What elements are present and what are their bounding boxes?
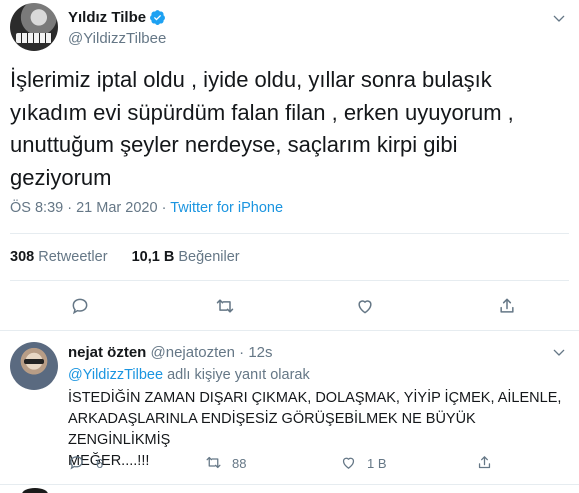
author-handle[interactable]: @YildizzTilbee: [68, 30, 166, 47]
share-icon[interactable]: [497, 296, 517, 316]
likes-stat[interactable]: 10,1 B Beğeniler: [132, 249, 240, 265]
tweet-source-link[interactable]: Twitter for iPhone: [170, 200, 283, 216]
author-name[interactable]: Yıldız Tilbe: [68, 9, 146, 26]
tweet-stats: 308 Retweetler 10,1 B Beğeniler: [10, 249, 240, 265]
avatar-glasses: [24, 359, 44, 364]
like-icon[interactable]: [355, 296, 375, 316]
retweet-label: Retweetler: [38, 249, 108, 265]
chevron-down-icon[interactable]: [551, 345, 567, 361]
reply-retweet-count: 88: [232, 456, 247, 471]
meta-separator: ·: [161, 200, 167, 216]
author-avatar[interactable]: [10, 3, 58, 51]
divider: [10, 233, 569, 234]
tweet-meta: ÖS 8:39 · 21 Mar 2020 · Twitter for iPho…: [10, 200, 283, 216]
retweet-count: 308: [10, 249, 35, 265]
reply-author-avatar[interactable]: [10, 342, 58, 390]
retweet-icon[interactable]: [215, 296, 235, 316]
share-icon[interactable]: [476, 454, 493, 471]
reply-dot: ·: [239, 344, 245, 361]
chevron-down-icon[interactable]: [551, 11, 567, 27]
like-label: Beğeniler: [178, 249, 240, 265]
tweet-date[interactable]: 21 Mar 2020: [76, 200, 157, 216]
reply-author-handle[interactable]: @nejatozten: [151, 344, 235, 361]
replying-suffix: adlı kişiye yanıt olarak: [163, 367, 310, 383]
divider: [0, 484, 579, 485]
retweets-stat[interactable]: 308 Retweetler: [10, 249, 108, 265]
like-count: 10,1 B: [131, 249, 175, 265]
tweet-text: İşlerimiz iptal oldu , iyide oldu, yılla…: [10, 67, 514, 190]
like-icon[interactable]: [340, 454, 357, 471]
avatar-piano-keys: [16, 33, 52, 43]
divider: [10, 280, 569, 281]
reply-icon[interactable]: [70, 296, 90, 316]
reply-icon[interactable]: [68, 454, 85, 471]
replying-mention-link[interactable]: @YildizzTilbee: [68, 367, 163, 383]
reply-reply-count: 6: [96, 456, 104, 471]
reply-action-bar: 6 88 1 B: [0, 454, 579, 472]
retweet-icon[interactable]: [205, 454, 222, 471]
reply-header: nejat özten @nejatozten · 12s: [68, 344, 273, 361]
meta-separator: ·: [67, 200, 73, 216]
verified-icon: [150, 10, 165, 25]
reply-author-name[interactable]: nejat özten: [68, 344, 146, 361]
divider: [0, 330, 579, 331]
reply-like-count: 1 B: [367, 456, 387, 471]
tweet-time[interactable]: ÖS 8:39: [10, 200, 63, 216]
replying-to: @YildizzTilbee adlı kişiye yanıt olarak: [68, 367, 310, 383]
next-reply-avatar[interactable]: [22, 488, 48, 493]
tweet-action-bar: [0, 296, 579, 318]
reply-time[interactable]: 12s: [248, 344, 272, 361]
